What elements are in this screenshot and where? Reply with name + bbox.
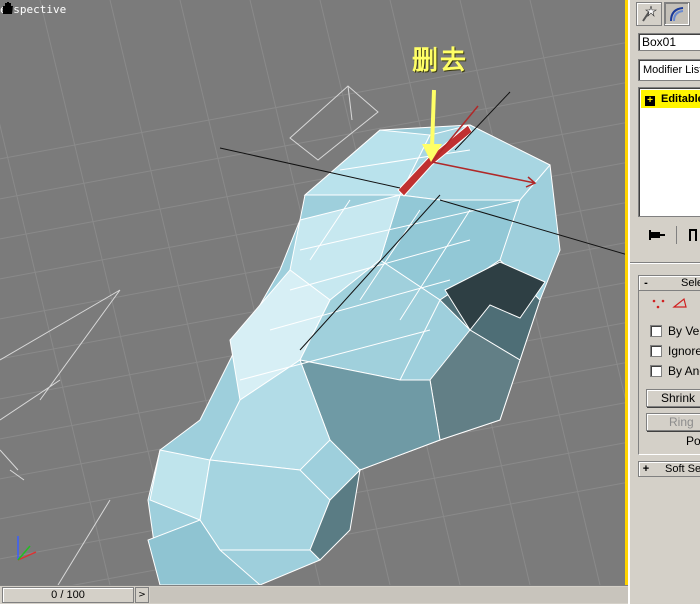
panel-divider bbox=[630, 262, 700, 264]
stack-item-label: Editable Poly bbox=[661, 93, 700, 105]
timeline: 0 / 100 > bbox=[0, 585, 628, 604]
stack-tools bbox=[638, 222, 700, 248]
checkbox-label: By Angle bbox=[668, 364, 700, 378]
object-name-field[interactable]: Box01 bbox=[638, 33, 700, 51]
modify-tab[interactable] bbox=[664, 2, 690, 26]
subobject-icons bbox=[652, 297, 687, 309]
pin-stack-icon[interactable] bbox=[648, 228, 666, 242]
annotation-text: 删去 bbox=[412, 46, 469, 76]
checkbox-box[interactable] bbox=[650, 345, 662, 357]
soft-selection-rollout-header[interactable]: + Soft Selection bbox=[638, 461, 700, 477]
modifier-list-dropdown[interactable]: Modifier List bbox=[638, 59, 700, 81]
by-vertex-checkbox[interactable]: By Vertex bbox=[650, 324, 700, 340]
checkbox-label: Ignore Backfacing bbox=[668, 344, 700, 358]
checkbox-label: By Vertex bbox=[668, 324, 700, 338]
tool-separator bbox=[676, 226, 677, 244]
mesh-object bbox=[147, 124, 561, 585]
ignore-backfacing-checkbox[interactable]: Ignore Backfacing bbox=[650, 344, 700, 360]
ring-button[interactable]: Ring bbox=[646, 413, 700, 431]
selection-rollout-header[interactable]: - Selection bbox=[638, 275, 700, 291]
track-bar[interactable] bbox=[150, 587, 628, 603]
modifier-stack[interactable]: + Editable Poly bbox=[638, 87, 700, 217]
vertex-icon bbox=[652, 299, 665, 309]
create-tab[interactable] bbox=[636, 2, 662, 26]
time-slider[interactable]: 0 / 100 bbox=[2, 587, 134, 603]
create-icon bbox=[642, 5, 657, 22]
checkbox-box[interactable] bbox=[650, 325, 662, 337]
modify-icon bbox=[670, 7, 684, 22]
polygon-count-label: Po bbox=[686, 434, 700, 448]
axis-tripod bbox=[17, 536, 37, 561]
show-end-result-icon[interactable] bbox=[686, 227, 700, 243]
viewport-scene bbox=[0, 0, 628, 585]
edge-icon bbox=[672, 297, 687, 308]
perspective-viewport[interactable]: erspective 删去 bbox=[0, 0, 628, 585]
rollout-toggle: + bbox=[642, 463, 650, 475]
by-angle-checkbox[interactable]: By Angle bbox=[650, 364, 700, 380]
rollout-title: Selection bbox=[681, 277, 700, 289]
shrink-button[interactable]: Shrink bbox=[646, 389, 700, 407]
command-panel: Box01 Modifier List + Editable Poly - Sele… bbox=[628, 0, 700, 604]
rollout-title: Soft Selection bbox=[665, 463, 700, 475]
hand-cursor-icon bbox=[3, 2, 13, 14]
checkbox-box[interactable] bbox=[650, 365, 662, 377]
rollout-toggle: - bbox=[644, 277, 648, 289]
expand-icon[interactable]: + bbox=[645, 96, 655, 106]
next-frame-button[interactable]: > bbox=[135, 587, 149, 603]
stack-item-editable-poly[interactable]: + Editable Poly bbox=[641, 90, 700, 108]
